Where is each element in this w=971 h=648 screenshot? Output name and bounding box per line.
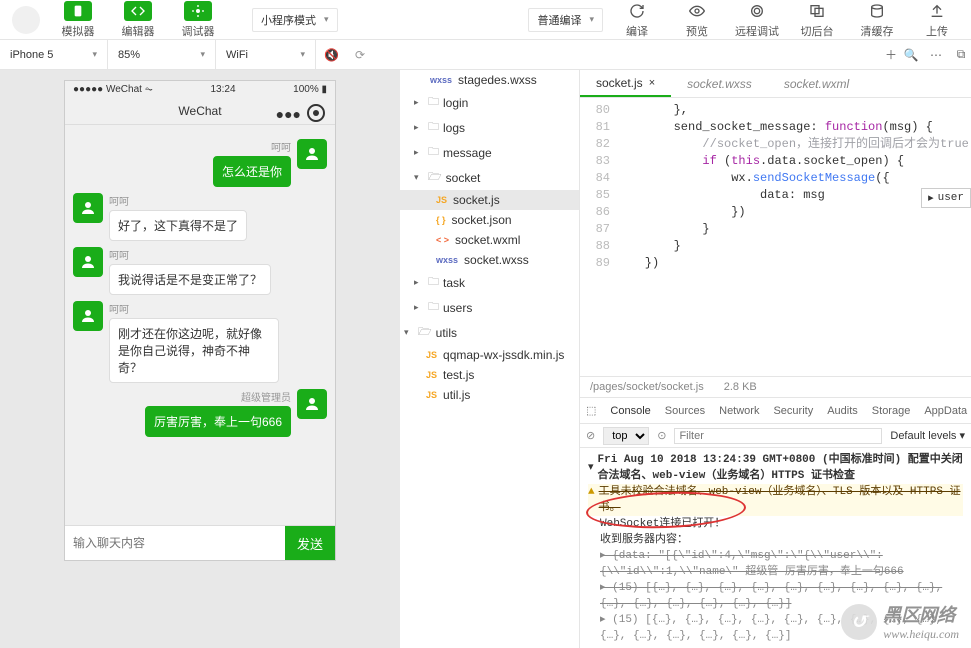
send-button[interactable]: 发送 xyxy=(285,526,335,560)
phone-frame: ●●●●● WeChat ⏦ 13:24 100% ▮ WeChat ●●● 呵… xyxy=(64,80,336,561)
tree-file[interactable]: wxsssocket.wxss xyxy=(400,250,579,270)
editor-statusbar: /pages/socket/socket.js 2.8 KB xyxy=(580,376,971,397)
network-select[interactable]: WiFi xyxy=(216,40,316,69)
tab-socket-js[interactable]: socket.js× xyxy=(580,70,671,97)
avatar-icon xyxy=(73,193,103,223)
context-select[interactable]: top xyxy=(603,427,649,445)
intellisense-chip[interactable]: ▸ user xyxy=(921,188,971,208)
tab-socket-wxss[interactable]: socket.wxss xyxy=(671,70,768,97)
file-tree[interactable]: wxssstagedes.wxss ▸🗀login ▸🗀logs ▸🗀messa… xyxy=(400,70,579,648)
preview-button[interactable]: 预览 xyxy=(667,1,727,39)
simulator-button[interactable]: 模拟器 xyxy=(48,1,108,39)
background-button[interactable]: 切后台 xyxy=(787,1,847,39)
device-bar: iPhone 5 85% WiFi 🔇 ⟳ ＋ 🔍 ⋯ ⧉ xyxy=(0,40,971,70)
close-icon[interactable]: × xyxy=(649,77,655,89)
tree-folder[interactable]: ▸🗀users xyxy=(400,295,579,320)
levels-select[interactable]: Default levels ▾ xyxy=(890,429,965,442)
editor-panel: socket.js× socket.wxss socket.wxml 80818… xyxy=(580,70,971,648)
tree-folder[interactable]: ▸🗀message xyxy=(400,140,579,165)
main-toolbar: 模拟器 编辑器 调试器 小程序模式 普通编译 编译 预览 远程调试 切后台 清缓… xyxy=(0,0,971,40)
simulator-panel: ●●●●● WeChat ⏦ 13:24 100% ▮ WeChat ●●● 呵… xyxy=(0,70,400,648)
tree-file[interactable]: JSqqmap-wx-jssdk.min.js xyxy=(400,345,579,365)
tree-file[interactable]: JStest.js xyxy=(400,365,579,385)
chat-input[interactable] xyxy=(65,526,285,560)
tab-sources[interactable]: Sources xyxy=(665,405,705,417)
file-size: 2.8 KB xyxy=(724,381,757,393)
tab-socket-wxml[interactable]: socket.wxml xyxy=(768,70,865,97)
chat-message: 呵呵怎么还是你 xyxy=(73,139,327,187)
mode-dropdown[interactable]: 小程序模式 xyxy=(252,8,338,32)
inspect-icon[interactable]: ⬚ xyxy=(586,404,596,417)
search-icon[interactable]: 🔍 xyxy=(901,48,921,62)
menu-dots-icon[interactable]: ●●● xyxy=(276,106,301,122)
chat-area[interactable]: 呵呵怎么还是你 呵呵好了，这下真得不是了 呵呵我说得话是不是变正常了？ 呵呵刚才… xyxy=(65,125,335,525)
tab-network[interactable]: Network xyxy=(719,405,759,417)
compile-dropdown[interactable]: 普通编译 xyxy=(528,8,603,32)
code-lines[interactable]: }, send_socket_message: function(msg) { … xyxy=(616,98,971,376)
file-explorer: wxssstagedes.wxss ▸🗀login ▸🗀logs ▸🗀messa… xyxy=(400,70,580,648)
console-filter-bar: ⊘ top ⊙ Default levels ▾ xyxy=(580,424,971,448)
phone-titlebar: WeChat ●●● xyxy=(65,98,335,125)
tree-folder[interactable]: ▸🗀login xyxy=(400,90,579,115)
phone-statusbar: ●●●●● WeChat ⏦ 13:24 100% ▮ xyxy=(65,81,335,98)
tree-folder[interactable]: ▾🗁utils xyxy=(400,320,579,345)
tree-folder[interactable]: ▾🗁socket xyxy=(400,165,579,190)
file-path: /pages/socket/socket.js xyxy=(590,381,704,393)
watermark-logo-icon: ↺ xyxy=(841,604,877,640)
debugger-label: 调试器 xyxy=(182,23,215,39)
clear-console-icon[interactable]: ⊘ xyxy=(586,429,595,442)
log-line: 收到服务器内容： xyxy=(588,532,963,548)
tree-file[interactable]: wxssstagedes.wxss xyxy=(400,70,579,90)
remote-debug-button[interactable]: 远程调试 xyxy=(727,1,787,39)
code-editor[interactable]: 80818283848586878889 }, send_socket_mess… xyxy=(580,98,971,376)
rotate-icon[interactable]: ⟳ xyxy=(347,48,373,62)
tree-folder[interactable]: ▸🗀task xyxy=(400,270,579,295)
avatar-icon xyxy=(73,301,103,331)
upload-button[interactable]: 上传 xyxy=(907,1,967,39)
tree-file[interactable]: JSutil.js xyxy=(400,385,579,405)
user-avatar[interactable] xyxy=(12,6,40,34)
page-title: WeChat xyxy=(178,104,221,118)
chat-input-row: 发送 xyxy=(65,525,335,560)
filter-input[interactable] xyxy=(674,428,882,444)
chat-message: 超级管理员厉害厉害，奉上一句666 xyxy=(73,389,327,437)
add-tab-icon[interactable]: ＋ xyxy=(881,46,901,63)
clear-cache-button[interactable]: 清缓存 xyxy=(847,1,907,39)
split-icon[interactable]: ⧉ xyxy=(951,47,971,62)
tree-folder[interactable]: ▸🗀logs xyxy=(400,115,579,140)
tree-file-selected[interactable]: JSsocket.js xyxy=(400,190,579,210)
avatar-icon xyxy=(297,389,327,419)
chat-message: 呵呵刚才还在你这边呢，就好像是你自己说得，神奇不神奇？ xyxy=(73,301,327,383)
line-gutter: 80818283848586878889 xyxy=(580,98,616,376)
compile-button[interactable]: 编译 xyxy=(607,1,667,39)
watermark: ↺ 黑区网络 www.heiqu.com xyxy=(841,601,959,642)
debugger-button[interactable]: 调试器 xyxy=(168,1,228,39)
chat-message: 呵呵我说得话是不是变正常了？ xyxy=(73,247,327,295)
avatar-icon xyxy=(297,139,327,169)
mute-icon[interactable]: 🔇 xyxy=(316,48,347,62)
log-line: ▸ {data: "[{\"id\":4,\"msg\":\"{\\"user\… xyxy=(588,548,963,580)
device-select[interactable]: iPhone 5 xyxy=(0,40,108,69)
zoom-select[interactable]: 85% xyxy=(108,40,216,69)
tab-security[interactable]: Security xyxy=(773,405,813,417)
tree-file[interactable]: < >socket.wxml xyxy=(400,230,579,250)
tree-file[interactable]: { }socket.json xyxy=(400,210,579,230)
editor-label: 编辑器 xyxy=(122,23,155,39)
simulator-label: 模拟器 xyxy=(62,23,95,39)
editor-tabs: socket.js× socket.wxss socket.wxml xyxy=(580,70,971,98)
avatar-icon xyxy=(73,247,103,277)
more-icon[interactable]: ⋯ xyxy=(921,48,951,62)
devtools-tabs: ⬚ Console Sources Network Security Audit… xyxy=(580,398,971,424)
tab-storage[interactable]: Storage xyxy=(872,405,911,417)
target-icon[interactable] xyxy=(307,104,325,122)
tab-appdata[interactable]: AppData xyxy=(924,405,967,417)
chat-message: 呵呵好了，这下真得不是了 xyxy=(73,193,327,241)
editor-button[interactable]: 编辑器 xyxy=(108,1,168,39)
tab-audits[interactable]: Audits xyxy=(827,405,858,417)
tab-console[interactable]: Console xyxy=(610,405,650,417)
